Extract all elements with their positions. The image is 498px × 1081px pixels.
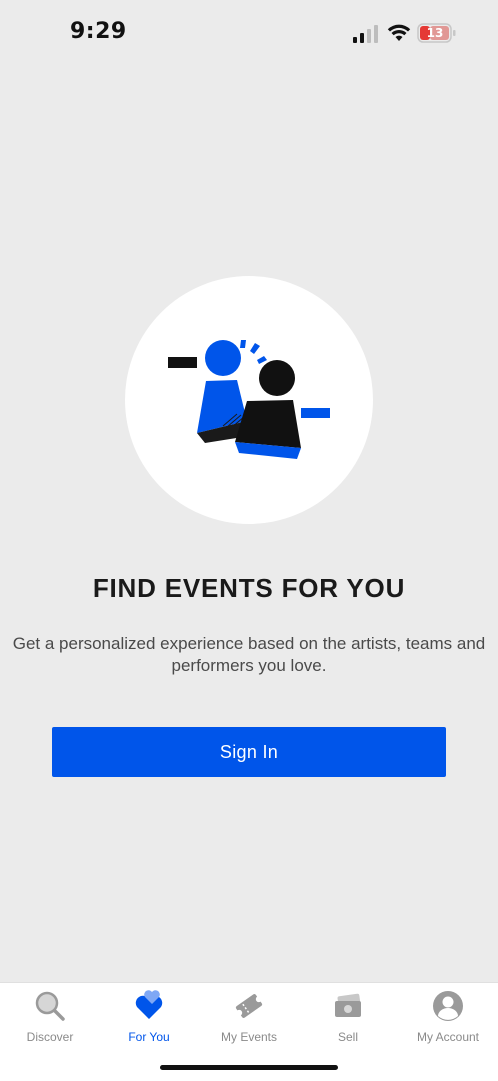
nav-item-my-account[interactable]: My Account [398, 989, 498, 1053]
nav-label-for-you: For You [128, 1030, 170, 1044]
nav-label-discover: Discover [26, 1030, 74, 1044]
nav-item-sell[interactable]: Sell [298, 989, 398, 1053]
nav-item-my-events[interactable]: My Events [199, 989, 299, 1053]
status-bar: 9:29 13 [0, 0, 498, 66]
money-icon [335, 993, 361, 1017]
search-icon [35, 991, 65, 1021]
sign-in-button[interactable]: Sign In [52, 727, 446, 777]
person-icon [433, 991, 463, 1021]
wifi-icon [387, 24, 411, 41]
home-indicator [160, 1065, 338, 1070]
page-description: Get a personalized experience based on t… [12, 634, 486, 675]
people-illustration-art [168, 340, 330, 459]
nav-item-for-you[interactable]: For You [99, 989, 199, 1053]
nav-label-my-account: My Account [416, 1030, 480, 1044]
status-time: 9:29 [70, 19, 127, 44]
nav-label-my-events: My Events [220, 1030, 277, 1044]
page-title: FIND EVENTS FOR YOU [92, 573, 406, 603]
people-illustration [125, 276, 373, 524]
ticket-icon [235, 994, 263, 1018]
nav-label-sell: Sell [337, 1030, 358, 1044]
heart-icon [135, 990, 163, 1019]
nav-item-discover[interactable]: Discover [0, 989, 100, 1053]
sign-in-button-label: Sign In [219, 741, 279, 762]
cellular-signal-icon [353, 25, 378, 43]
battery-level: 13 [426, 26, 444, 40]
